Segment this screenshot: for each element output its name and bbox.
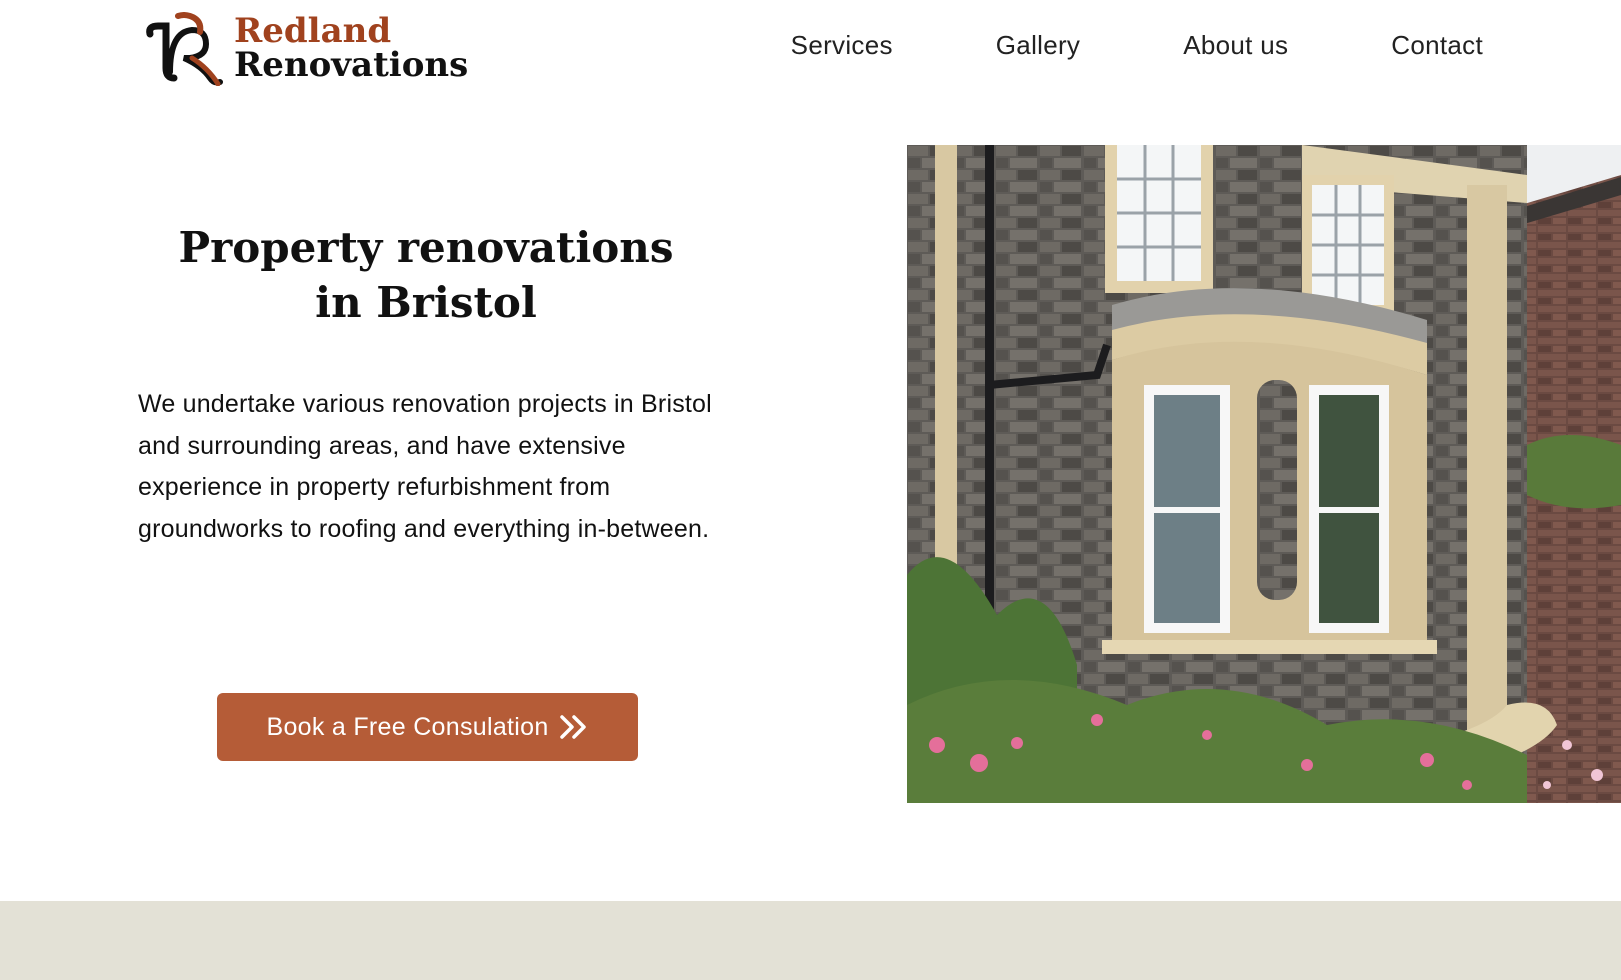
book-consultation-label: Book a Free Consulation: [266, 712, 549, 741]
site-header: Redland Renovations Services Gallery Abo…: [0, 0, 1621, 100]
logo-mark-icon: [146, 12, 223, 86]
brand-name-line1: Redland: [234, 11, 392, 51]
book-consultation-button[interactable]: Book a Free Consulation: [217, 693, 638, 761]
double-chevron-right-icon: [559, 715, 586, 739]
brand-name-line2: Renovations: [234, 45, 469, 85]
footer-band: [0, 901, 1621, 980]
house-illustration: [907, 145, 1621, 803]
hero-house-photo: [907, 145, 1621, 803]
hero-description: We undertake various renovation projects…: [138, 390, 712, 543]
nav-link-contact[interactable]: Contact: [1391, 30, 1483, 61]
brand-name: Redland Renovations: [234, 14, 468, 82]
hero-title: Property renovations in Bristol: [140, 220, 712, 330]
brand-logo[interactable]: Redland Renovations: [144, 12, 474, 86]
nav-link-about-us[interactable]: About us: [1183, 30, 1288, 61]
main-nav: Services Gallery About us Contact: [791, 30, 1483, 61]
nav-link-services[interactable]: Services: [791, 30, 893, 61]
nav-link-gallery[interactable]: Gallery: [996, 30, 1080, 61]
hero-title-line2: in Bristol: [315, 278, 537, 327]
hero-title-line1: Property renovations: [178, 223, 674, 272]
